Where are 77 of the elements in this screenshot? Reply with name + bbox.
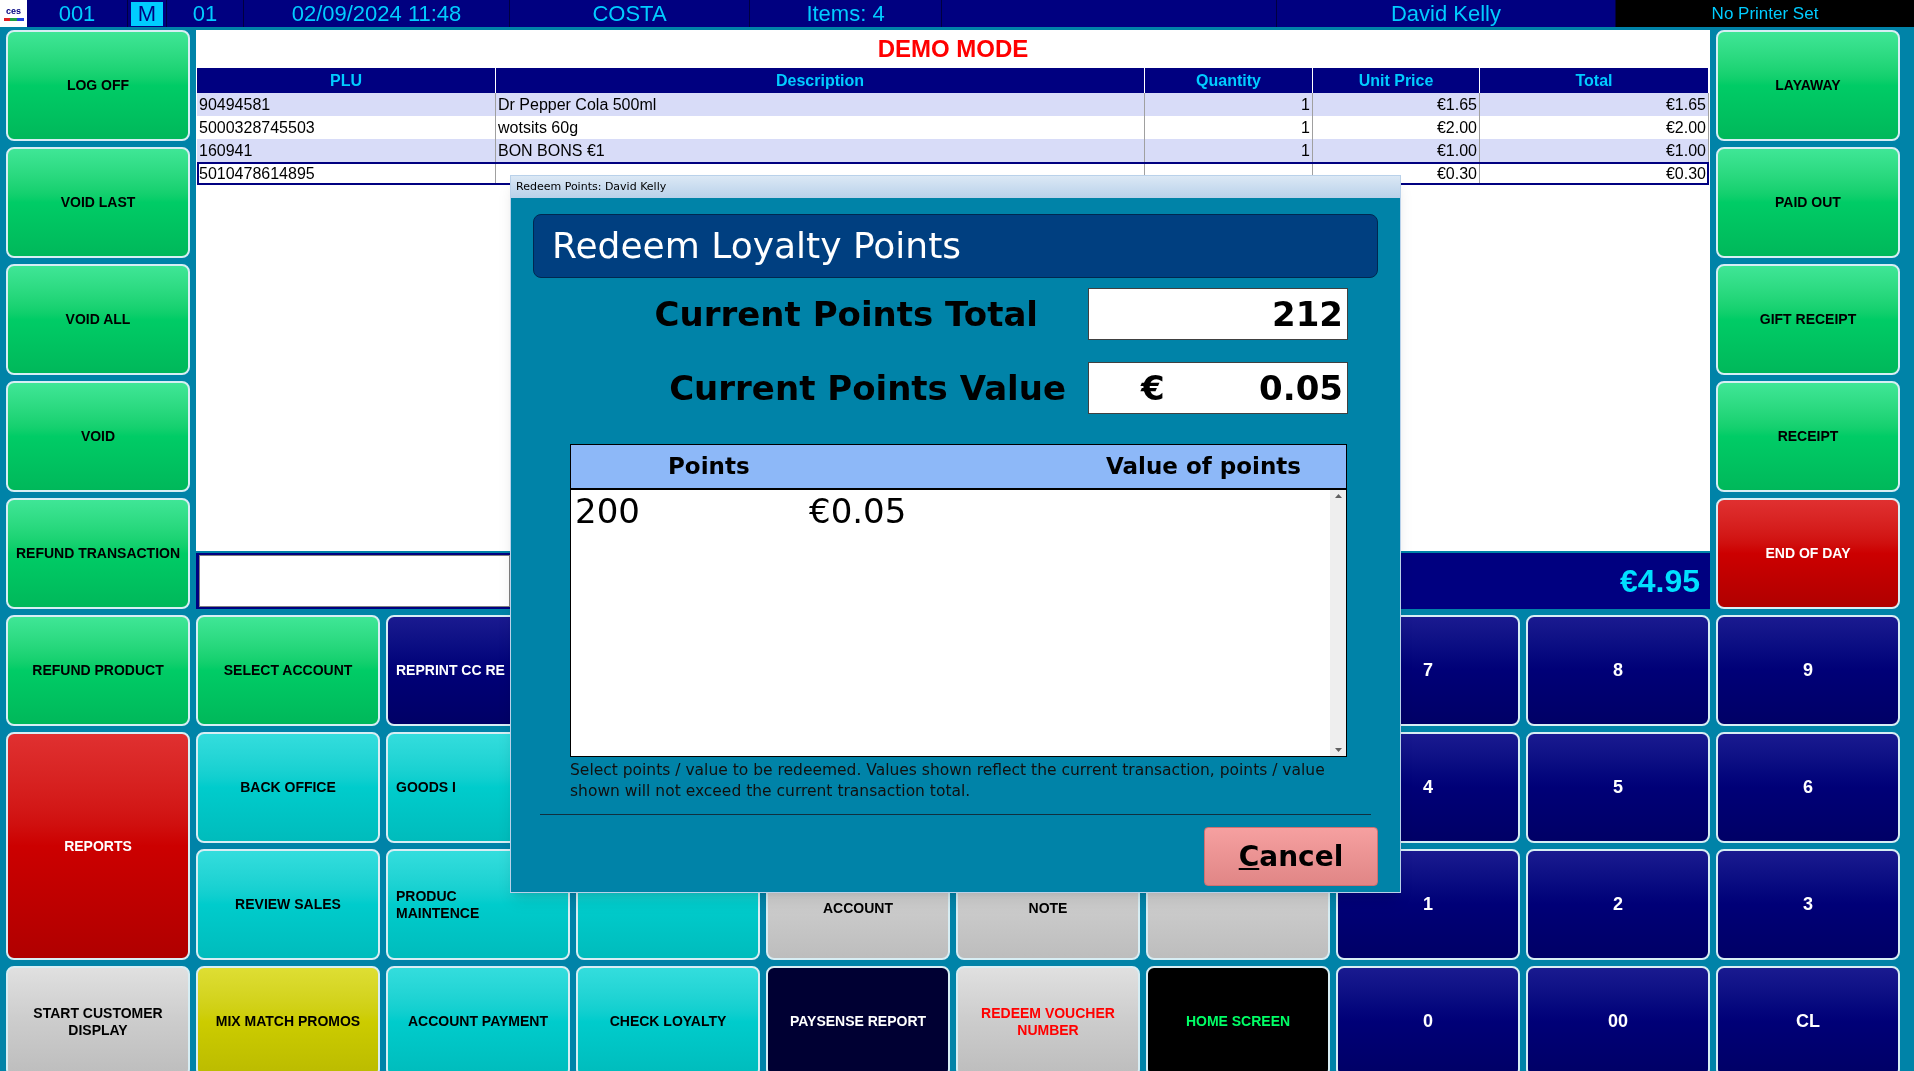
pos-button[interactable]: CHECK LOYALTY: [576, 966, 760, 1071]
instruction-text: Select points / value to be redeemed. Values shown reflect the current transaction, points / value shown will not exceed the current transaction total.: [570, 760, 1326, 802]
table-row[interactable]: 160941 BON BONS €1 1 €1.00 €1.00: [197, 139, 1709, 162]
table-cell-text: BON BONS €1: [498, 140, 605, 161]
table-cell-text: 5010478614895: [199, 163, 315, 184]
table-cell-text: €1.65: [1665, 94, 1706, 115]
dialog-heading: Redeem Loyalty Points: [533, 214, 1378, 278]
pos-button[interactable]: MIX MATCH PROMOS: [196, 966, 380, 1071]
pos-button[interactable]: LAYAWAY: [1716, 30, 1900, 141]
store-name: COSTA: [510, 0, 750, 27]
table-cell-text: 90494581: [199, 94, 271, 115]
table-cell-text: wotsits 60g: [498, 117, 579, 138]
terminal-number: 001: [27, 0, 128, 27]
pos-button[interactable]: END OF DAY: [1716, 498, 1900, 609]
pos-button[interactable]: VOID ALL: [6, 264, 190, 375]
pos-button[interactable]: ACCOUNT PAYMENT: [386, 966, 570, 1071]
points-value-label: Current Points Value: [669, 366, 1066, 410]
table-cell-text: €0.30: [1436, 163, 1477, 184]
points-value: 0.05: [1259, 366, 1343, 410]
transaction-total: €4.95: [1619, 562, 1700, 601]
printer-status: No Printer Set: [1616, 0, 1914, 27]
date-time: 02/09/2024 11:48: [244, 0, 510, 27]
table-cell-text: Dr Pepper Cola 500ml: [498, 94, 657, 115]
points-total-field: 212: [1088, 288, 1348, 340]
keypad-button[interactable]: 6: [1716, 732, 1900, 843]
column-header: Value of points: [1106, 452, 1301, 482]
pos-button[interactable]: PAYSENSE REPORT: [766, 966, 950, 1071]
keypad-button[interactable]: 8: [1526, 615, 1710, 726]
keypad-button[interactable]: 9: [1716, 615, 1900, 726]
table-cell-text: €2.00: [1436, 117, 1477, 138]
table-cell-text: 1: [1301, 117, 1310, 138]
entry-field[interactable]: [199, 555, 510, 607]
keypad-button[interactable]: 2: [1526, 849, 1710, 960]
pos-button[interactable]: REFUND TRANSACTION: [6, 498, 190, 609]
points-total-label: Current Points Total: [654, 292, 1038, 336]
table-cell-text: 1: [1301, 140, 1310, 161]
item-count: Items: 4: [750, 0, 942, 27]
demo-mode-label: DEMO MODE: [876, 34, 1030, 64]
pos-button[interactable]: SELECT ACCOUNT: [196, 615, 380, 726]
pos-button[interactable]: HOME SCREEN: [1146, 966, 1330, 1071]
pos-button[interactable]: REPORTS: [6, 732, 190, 960]
app-logo: ces: [0, 0, 27, 27]
keypad-button[interactable]: 00: [1526, 966, 1710, 1071]
table-cell-text: €1.65: [1436, 94, 1477, 115]
scrollbar[interactable]: [1330, 490, 1346, 756]
mode-indicator: M: [131, 1, 163, 26]
pos-button[interactable]: GIFT RECEIPT: [1716, 264, 1900, 375]
cancel-button[interactable]: Cancel: [1204, 827, 1378, 886]
table-cell-text: €2.00: [1665, 117, 1706, 138]
table-row[interactable]: 90494581 Dr Pepper Cola 500ml 1 €1.65 €1.65: [197, 93, 1709, 116]
pos-button[interactable]: VOID LAST: [6, 147, 190, 258]
table-cell-text: 5000328745503: [199, 117, 315, 138]
table-row[interactable]: 5000328745503 wotsits 60g 1 €2.00 €2.00: [197, 116, 1709, 139]
table-cell-text: €1.00: [1436, 140, 1477, 161]
column-header: Points: [668, 452, 750, 482]
dialog-title: Redeem Points: David Kelly: [511, 176, 1400, 198]
scroll-up-icon[interactable]: [1334, 494, 1342, 498]
pos-button[interactable]: RECEIPT: [1716, 381, 1900, 492]
table-cell-text: 1: [1301, 94, 1310, 115]
keypad-button[interactable]: 0: [1336, 966, 1520, 1071]
pos-button[interactable]: PAID OUT: [1716, 147, 1900, 258]
scroll-down-icon[interactable]: [1334, 748, 1342, 752]
keypad-button[interactable]: 5: [1526, 732, 1710, 843]
table-cell-text: €0.30: [1665, 163, 1706, 184]
table-cell-text: 160941: [199, 140, 253, 161]
pos-button[interactable]: REFUND PRODUCT: [6, 615, 190, 726]
keypad-button[interactable]: CL: [1716, 966, 1900, 1071]
table-cell-text: €1.00: [1665, 140, 1706, 161]
keypad-button[interactable]: 3: [1716, 849, 1900, 960]
till-number: 01: [167, 0, 244, 27]
pos-button[interactable]: REVIEW SALES: [196, 849, 380, 960]
pos-button[interactable]: START CUSTOMER DISPLAY: [6, 966, 190, 1071]
pos-button[interactable]: VOID: [6, 381, 190, 492]
points-option-row[interactable]: 200 €0.05: [571, 490, 1330, 532]
pos-button[interactable]: LOG OFF: [6, 30, 190, 141]
currency-symbol: €: [1141, 366, 1165, 410]
pos-button[interactable]: BACK OFFICE: [196, 732, 380, 843]
